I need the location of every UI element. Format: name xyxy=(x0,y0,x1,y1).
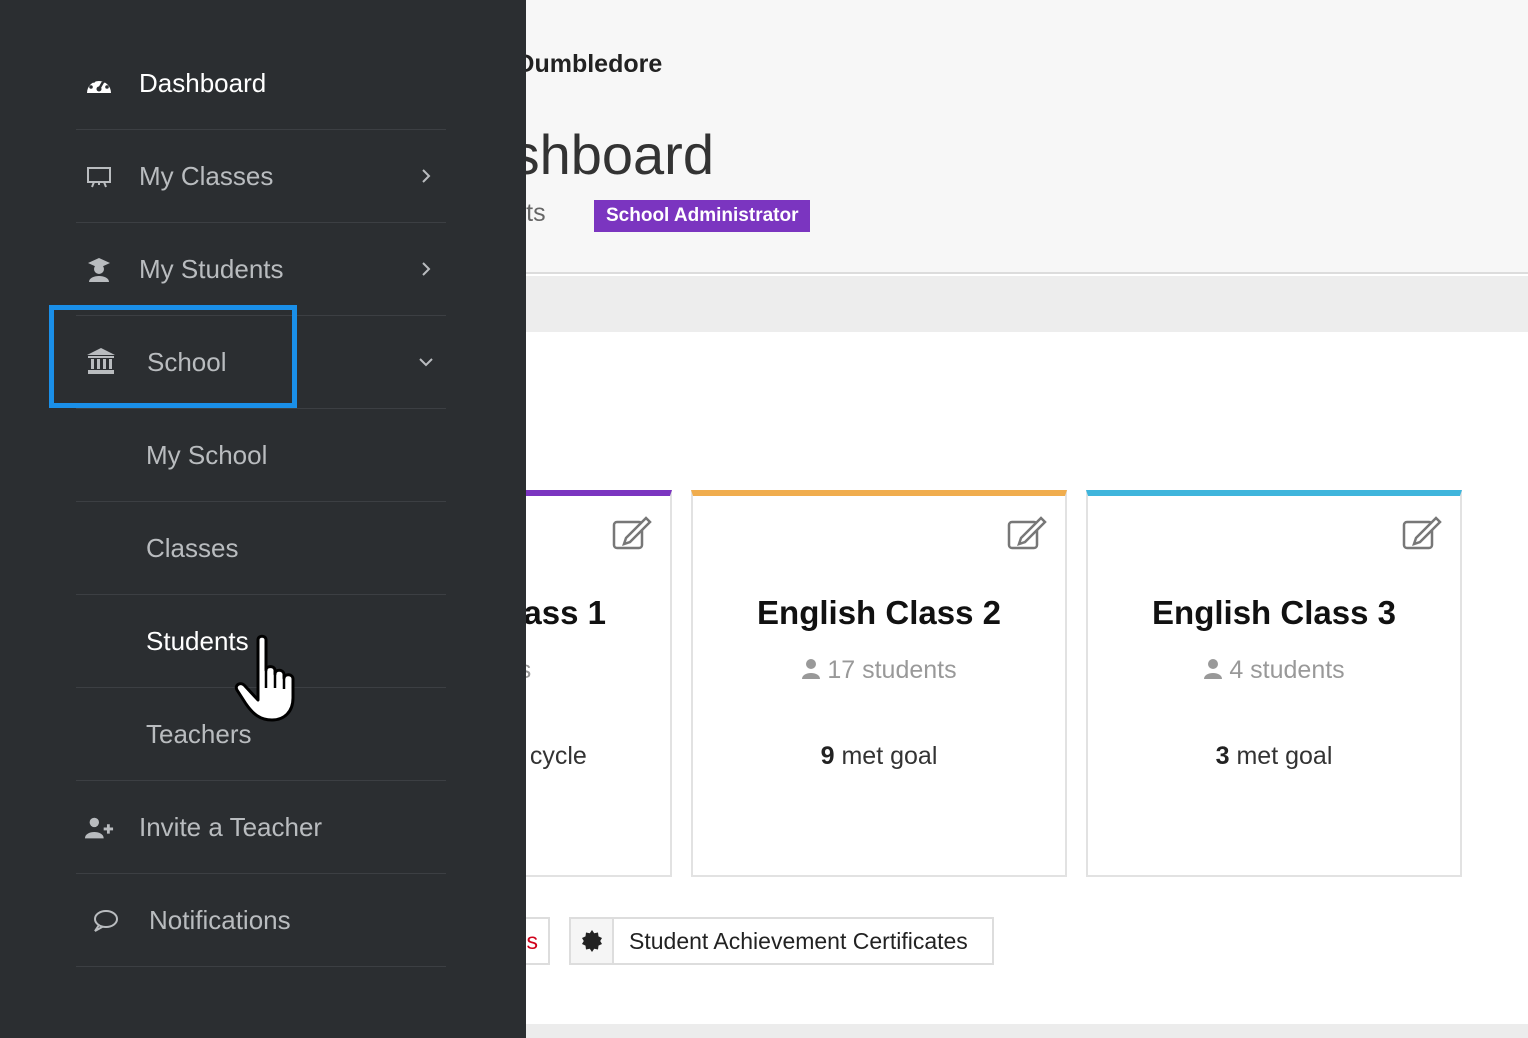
sidebar-item-notifications[interactable]: Notifications xyxy=(76,874,446,967)
sidebar-subitem-teachers[interactable]: Teachers xyxy=(76,688,446,781)
user-plus-icon xyxy=(84,814,114,842)
class-card-student-count: 17 students xyxy=(827,656,957,684)
certificates-button[interactable]: Student Achievement Certificates xyxy=(569,917,994,965)
class-card-goal-label: met goal xyxy=(841,742,938,770)
sidebar-item-label: Notifications xyxy=(149,905,291,935)
sidebar-item-my-classes[interactable]: My Classes xyxy=(76,130,446,223)
chevron-down-icon xyxy=(419,358,433,367)
edit-icon[interactable] xyxy=(1402,516,1442,550)
sidebar-subitem-label: Classes xyxy=(146,533,239,563)
sidebar-item-label: My Classes xyxy=(139,161,274,191)
class-card[interactable]: English Class 2 17 students 9 met goal xyxy=(691,490,1067,877)
chevron-right-icon xyxy=(422,169,431,183)
dashboard-icon xyxy=(84,70,114,98)
sidebar-item-label: My Students xyxy=(139,254,284,284)
sidebar-item-label: Dashboard xyxy=(139,68,267,98)
class-card-goal-label: met goal xyxy=(1236,742,1333,770)
chevron-right-icon xyxy=(422,262,431,276)
sidebar-subitem-label: Students xyxy=(146,626,249,656)
class-card-title[interactable]: English Class 2 xyxy=(693,594,1065,632)
class-card-goal-count: 9 xyxy=(820,742,835,770)
edit-icon[interactable] xyxy=(612,516,652,550)
institution-icon xyxy=(86,347,116,375)
certificate-seal-icon xyxy=(581,930,602,952)
speech-bubble-icon xyxy=(90,907,120,935)
role-badge: School Administrator xyxy=(594,200,811,232)
sidebar-subitem-label: Teachers xyxy=(146,719,252,749)
sidebar-item-invite-teacher[interactable]: Invite a Teacher xyxy=(76,781,446,874)
class-card-goal: 3 met goal xyxy=(1088,742,1460,771)
sidebar-item-label: School xyxy=(147,347,227,377)
certificate-icon-box xyxy=(571,919,614,963)
sidebar-item-school[interactable]: School xyxy=(76,316,446,409)
sidebar: Dashboard My Classes My Students School … xyxy=(0,0,526,1038)
class-card-students: 17 students xyxy=(693,656,1065,685)
class-card-students: 4 students xyxy=(1088,656,1460,685)
sidebar-item-label: Invite a Teacher xyxy=(139,812,323,842)
sidebar-item-dashboard[interactable]: Dashboard xyxy=(76,37,446,130)
presentation-icon xyxy=(84,163,114,191)
person-icon xyxy=(1204,659,1223,679)
graduate-icon xyxy=(84,256,114,284)
class-card-title[interactable]: English Class 3 xyxy=(1088,594,1460,632)
class-card-goal: 9 met goal xyxy=(693,742,1065,771)
class-card-goal-count: 3 xyxy=(1215,742,1230,770)
class-card-student-count: 4 students xyxy=(1229,656,1345,684)
class-card[interactable]: English Class 3 4 students 3 met goal xyxy=(1086,490,1462,877)
sidebar-item-my-students[interactable]: My Students xyxy=(76,223,446,316)
sidebar-subitem-label: My School xyxy=(146,440,268,470)
edit-icon[interactable] xyxy=(1007,516,1047,550)
certificates-label: Student Achievement Certificates xyxy=(629,928,968,954)
sidebar-subitem-students[interactable]: Students xyxy=(76,595,446,688)
sidebar-subitem-my-school[interactable]: My School xyxy=(76,409,446,502)
sidebar-subitem-classes[interactable]: Classes xyxy=(76,502,446,595)
person-icon xyxy=(802,659,821,679)
